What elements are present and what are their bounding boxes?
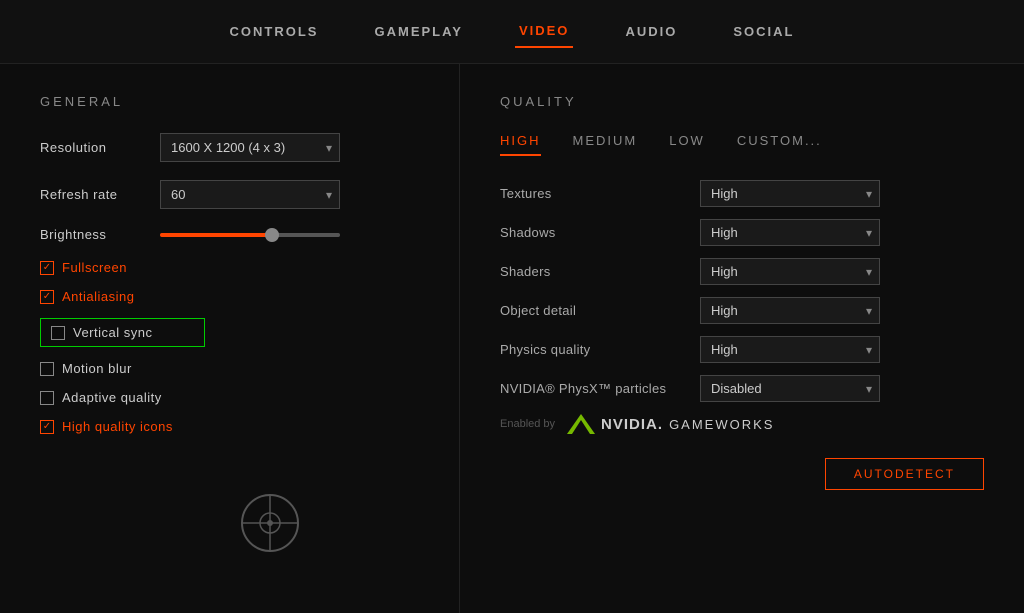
resolution-label: Resolution: [40, 140, 160, 155]
textures-label: Textures: [500, 186, 700, 201]
physics-quality-label: Physics quality: [500, 342, 700, 357]
object-detail-row: Object detail HighMediumLow: [500, 297, 984, 324]
nvidia-logo: NVIDIA. GAMEWORKS: [567, 414, 774, 434]
nvidia-sub-text: GAMEWORKS: [669, 417, 774, 432]
refresh-rate-row: Refresh rate 60 75 120 144: [40, 180, 419, 209]
quality-section-title: QUALITY: [500, 94, 984, 109]
physics-quality-select-wrapper: HighMediumLow: [700, 336, 880, 363]
tab-high[interactable]: HIGH: [500, 133, 541, 156]
physics-quality-select[interactable]: HighMediumLow: [700, 336, 880, 363]
antialiasing-row[interactable]: Antialiasing: [40, 289, 419, 304]
adaptive-quality-checkbox[interactable]: [40, 391, 54, 405]
nav-gameplay[interactable]: GAMEPLAY: [370, 16, 466, 47]
resolution-select[interactable]: 1600 X 1200 (4 x 3) 1920 X 1080 (16 x 9)…: [160, 133, 340, 162]
motion-blur-checkbox[interactable]: [40, 362, 54, 376]
brightness-track: [160, 233, 340, 237]
object-detail-select-wrapper: HighMediumLow: [700, 297, 880, 324]
nav-video[interactable]: VIDEO: [515, 15, 573, 48]
physx-particles-label: NVIDIA® PhysX™ particles: [500, 381, 700, 396]
physics-quality-row: Physics quality HighMediumLow: [500, 336, 984, 363]
shaders-select[interactable]: HighMediumLow: [700, 258, 880, 285]
textures-select[interactable]: HighMediumLow: [700, 180, 880, 207]
shaders-label: Shaders: [500, 264, 700, 279]
refresh-rate-label: Refresh rate: [40, 187, 160, 202]
enabled-by-label: Enabled by: [500, 418, 555, 430]
top-navigation: CONTROLS GAMEPLAY VIDEO AUDIO SOCIAL: [0, 0, 1024, 64]
nav-audio[interactable]: AUDIO: [621, 16, 681, 47]
object-detail-select[interactable]: HighMediumLow: [700, 297, 880, 324]
fullscreen-checkbox[interactable]: [40, 261, 54, 275]
nvidia-icon: [567, 414, 595, 434]
motion-blur-row[interactable]: Motion blur: [40, 361, 419, 376]
nav-controls[interactable]: CONTROLS: [226, 16, 323, 47]
general-panel: GENERAL Resolution 1600 X 1200 (4 x 3) 1…: [0, 64, 460, 613]
crosshair-icon: [240, 493, 300, 553]
brightness-label: Brightness: [40, 227, 160, 242]
vertical-sync-highlighted-row[interactable]: Vertical sync: [40, 318, 205, 347]
brightness-thumb: [265, 228, 279, 242]
quality-tabs: HIGH MEDIUM LOW CUSTOM...: [500, 133, 984, 156]
antialiasing-checkbox[interactable]: [40, 290, 54, 304]
vertical-sync-checkbox[interactable]: [51, 326, 65, 340]
refresh-rate-select-wrapper: 60 75 120 144: [160, 180, 340, 209]
antialiasing-label: Antialiasing: [62, 289, 135, 304]
shadows-select[interactable]: HighMediumLow: [700, 219, 880, 246]
adaptive-quality-row[interactable]: Adaptive quality: [40, 390, 419, 405]
brightness-row: Brightness: [40, 227, 419, 242]
physx-particles-row: NVIDIA® PhysX™ particles DisabledLowMedi…: [500, 375, 984, 402]
tab-medium[interactable]: MEDIUM: [573, 133, 638, 156]
textures-select-wrapper: HighMediumLow: [700, 180, 880, 207]
vertical-sync-label: Vertical sync: [73, 325, 152, 340]
high-quality-icons-row[interactable]: High quality icons: [40, 419, 419, 434]
high-quality-icons-label: High quality icons: [62, 419, 173, 434]
autodetect-button[interactable]: AUTODETECT: [825, 458, 984, 490]
refresh-rate-select[interactable]: 60 75 120 144: [160, 180, 340, 209]
shadows-label: Shadows: [500, 225, 700, 240]
shaders-select-wrapper: HighMediumLow: [700, 258, 880, 285]
object-detail-label: Object detail: [500, 303, 700, 318]
fullscreen-row[interactable]: Fullscreen: [40, 260, 419, 275]
resolution-select-wrapper: 1600 X 1200 (4 x 3) 1920 X 1080 (16 x 9)…: [160, 133, 340, 162]
shaders-row: Shaders HighMediumLow: [500, 258, 984, 285]
high-quality-icons-checkbox[interactable]: [40, 420, 54, 434]
fullscreen-label: Fullscreen: [62, 260, 127, 275]
textures-row: Textures HighMediumLow: [500, 180, 984, 207]
nvidia-brand-text: NVIDIA.: [601, 416, 663, 433]
brightness-slider[interactable]: [160, 233, 340, 237]
shadows-row: Shadows HighMediumLow: [500, 219, 984, 246]
shadows-select-wrapper: HighMediumLow: [700, 219, 880, 246]
nav-social[interactable]: SOCIAL: [729, 16, 798, 47]
nvidia-section: Enabled by NVIDIA. GAMEWORKS: [500, 414, 984, 434]
tab-low[interactable]: LOW: [669, 133, 705, 156]
general-section-title: GENERAL: [40, 94, 419, 109]
physx-particles-select[interactable]: DisabledLowMediumHigh: [700, 375, 880, 402]
physx-particles-select-wrapper: DisabledLowMediumHigh: [700, 375, 880, 402]
adaptive-quality-label: Adaptive quality: [62, 390, 162, 405]
quality-panel: QUALITY HIGH MEDIUM LOW CUSTOM... Textur…: [460, 64, 1024, 613]
main-content: GENERAL Resolution 1600 X 1200 (4 x 3) 1…: [0, 64, 1024, 613]
tab-custom[interactable]: CUSTOM...: [737, 133, 822, 156]
motion-blur-label: Motion blur: [62, 361, 132, 376]
resolution-row: Resolution 1600 X 1200 (4 x 3) 1920 X 10…: [40, 133, 419, 162]
